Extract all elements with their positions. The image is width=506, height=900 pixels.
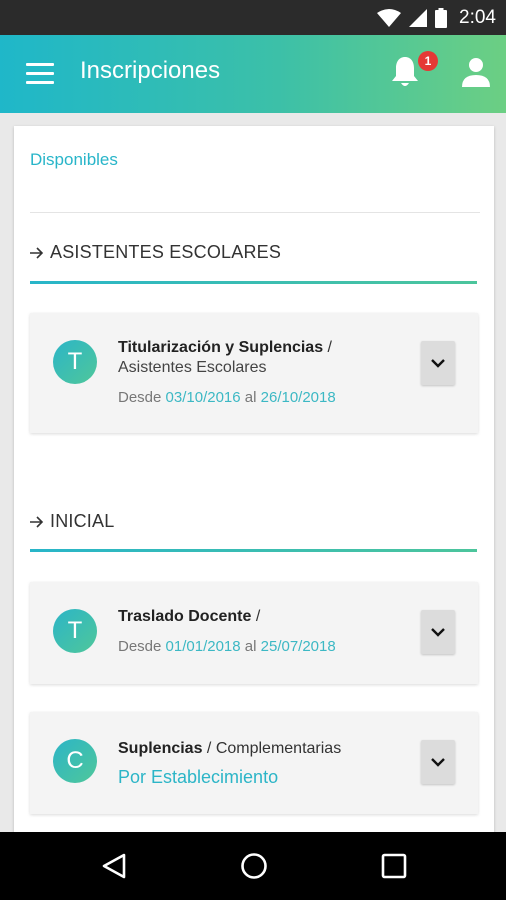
status-bar: 2:04 <box>0 0 506 35</box>
back-icon[interactable] <box>100 852 128 880</box>
expand-button[interactable] <box>421 610 455 654</box>
main-card: Disponibles ASISTENTES ESCOLARES T Titul… <box>14 126 494 846</box>
item-title: Titularización y Suplencias / <box>118 339 332 356</box>
establishment-link[interactable]: Por Establecimiento <box>118 767 278 788</box>
chevron-down-icon <box>431 758 445 767</box>
section-label: INICIAL <box>50 511 115 531</box>
home-icon[interactable] <box>240 852 268 880</box>
arrow-right-icon <box>30 246 44 259</box>
chevron-down-icon <box>431 628 445 637</box>
list-item[interactable]: T Traslado Docente / Desde 01/01/2018 al… <box>30 582 478 684</box>
wifi-icon <box>377 9 402 27</box>
status-icons: 2:04 <box>377 6 496 30</box>
status-time: 2:04 <box>459 7 496 28</box>
item-title: Suplencias / Complementarias <box>118 740 342 757</box>
item-subtitle: Asistentes Escolares <box>118 359 267 376</box>
bell-icon[interactable] <box>390 55 420 89</box>
menu-icon[interactable] <box>26 63 54 85</box>
avatar: T <box>53 609 97 653</box>
tab-disponibles[interactable]: Disponibles <box>30 150 118 170</box>
list-item[interactable]: T Titularización y Suplencias / Asistent… <box>30 313 478 433</box>
section-title-asistentes: ASISTENTES ESCOLARES <box>30 242 281 263</box>
app-bar: Inscripciones 1 <box>0 35 506 113</box>
expand-button[interactable] <box>421 341 455 385</box>
list-item[interactable]: C Suplencias / Complementarias Por Estab… <box>30 712 478 814</box>
item-dates: Desde 01/01/2018 al 25/07/2018 <box>118 638 336 655</box>
battery-icon <box>435 8 448 28</box>
notification-badge: 1 <box>418 51 438 71</box>
recents-icon[interactable] <box>381 853 407 879</box>
item-dates: Desde 03/10/2016 al 26/10/2018 <box>118 389 336 406</box>
section-title-inicial: INICIAL <box>30 511 114 532</box>
section-label: ASISTENTES ESCOLARES <box>50 242 282 262</box>
navigation-bar <box>0 832 506 900</box>
page-title: Inscripciones <box>80 57 221 84</box>
divider <box>30 212 480 213</box>
chevron-down-icon <box>431 359 445 368</box>
expand-button[interactable] <box>421 740 455 784</box>
avatar: T <box>53 340 97 384</box>
item-title: Traslado Docente / <box>118 608 261 625</box>
signal-icon <box>409 9 428 27</box>
section-underline <box>30 549 477 552</box>
avatar: C <box>53 739 97 783</box>
arrow-right-icon <box>30 515 44 528</box>
person-icon[interactable] <box>462 57 490 87</box>
section-underline <box>30 281 477 284</box>
